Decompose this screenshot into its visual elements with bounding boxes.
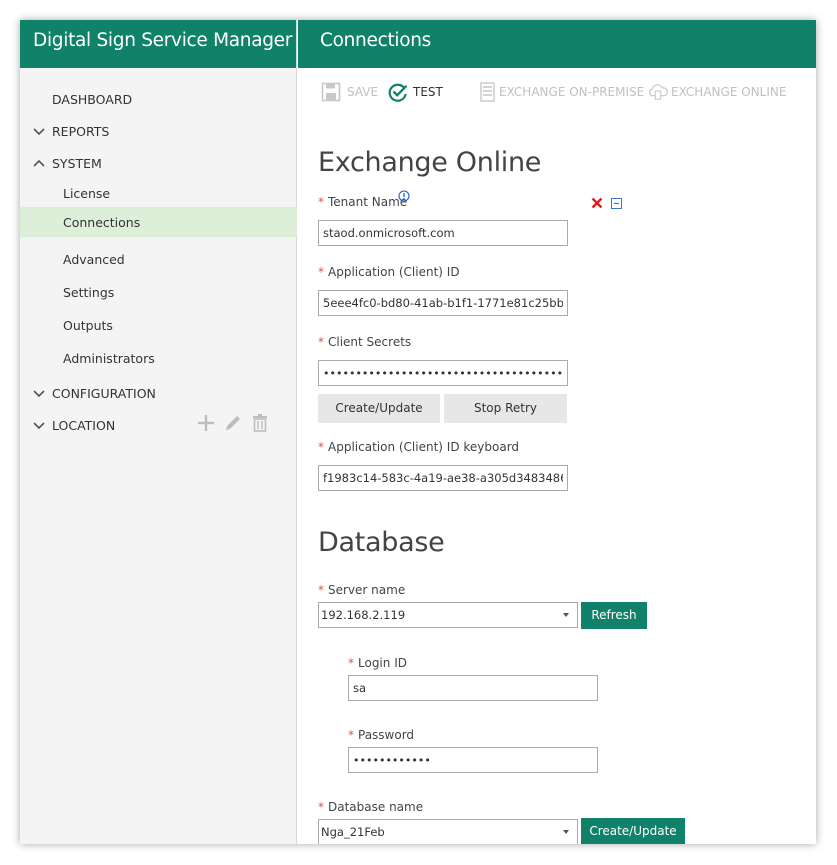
cloud-server-icon <box>649 84 668 100</box>
sidebar-item-configuration[interactable]: CONFIGURATION <box>20 379 297 409</box>
sidebar-item-connections[interactable]: Connections <box>20 207 297 237</box>
plus-icon[interactable] <box>196 413 216 433</box>
application-id-keyboard-label: * Application (Client) ID keyboard <box>318 440 519 454</box>
create-update-secret-button[interactable]: Create/Update <box>318 394 440 423</box>
label-text: Password <box>358 728 415 742</box>
login-id-label: * Login ID <box>348 656 407 670</box>
tenant-name-label: * Tenant Name <box>318 195 407 209</box>
client-secrets-input[interactable] <box>318 360 568 386</box>
sidebar-item-dashboard[interactable]: DASHBOARD <box>20 85 297 115</box>
database-title: Database <box>318 527 445 558</box>
chevron-up-icon <box>33 159 45 167</box>
app-title: Digital Sign Service Manager <box>33 30 293 51</box>
sidebar-item-label: Settings <box>63 285 115 300</box>
required-mark: * <box>318 440 324 454</box>
sidebar-item-label: SYSTEM <box>52 156 102 171</box>
sidebar-item-label: REPORTS <box>52 124 110 139</box>
server-name-select[interactable]: 192.168.2.119 <box>318 602 578 628</box>
required-mark: * <box>348 656 354 670</box>
sidebar: DASHBOARD REPORTS SYSTEM License Connect… <box>20 68 297 844</box>
create-update-database-button[interactable]: Create/Update <box>581 818 685 844</box>
sidebar-item-label: Advanced <box>63 252 125 267</box>
main-content: SAVE TEST EXCHANGE ON-PREMISE EXCHANGE O… <box>298 68 816 844</box>
sidebar-item-reports[interactable]: REPORTS <box>20 117 297 147</box>
chevron-down-icon <box>33 128 45 136</box>
database-name-label: * Database name <box>318 800 423 814</box>
required-mark: * <box>348 728 354 742</box>
sidebar-item-system[interactable]: SYSTEM <box>20 149 297 179</box>
server-name-label: * Server name <box>318 583 405 597</box>
client-secrets-label: * Client Secrets <box>318 335 411 349</box>
chevron-down-icon <box>563 830 569 834</box>
password-label: * Password <box>348 728 414 742</box>
label-text: Client Secrets <box>328 335 412 349</box>
trash-icon[interactable] <box>250 413 270 433</box>
sidebar-item-advanced[interactable]: Advanced <box>20 245 297 275</box>
label-text: Login ID <box>358 656 407 670</box>
application-id-label: * Application (Client) ID <box>318 265 460 279</box>
sidebar-item-outputs[interactable]: Outputs <box>20 311 297 341</box>
sidebar-item-label: Administrators <box>63 351 155 366</box>
label-text: Database name <box>328 800 424 814</box>
exchange-online-label: EXCHANGE ONLINE <box>671 85 787 99</box>
check-circle-icon <box>388 83 408 102</box>
application-id-keyboard-input[interactable] <box>318 465 568 491</box>
sidebar-item-settings[interactable]: Settings <box>20 278 297 308</box>
application-id-input[interactable] <box>318 290 568 316</box>
exchange-online-title: Exchange Online <box>318 147 542 178</box>
sidebar-item-license[interactable]: License <box>20 179 297 209</box>
label-text: Application (Client) ID keyboard <box>328 440 520 454</box>
required-mark: * <box>318 800 324 814</box>
sidebar-item-administrators[interactable]: Administrators <box>20 344 297 374</box>
sidebar-item-label: LOCATION <box>52 418 116 433</box>
sidebar-item-label: CONFIGURATION <box>52 386 156 401</box>
required-mark: * <box>318 265 324 279</box>
stop-retry-button[interactable]: Stop Retry <box>444 394 567 423</box>
login-id-input[interactable] <box>348 675 598 701</box>
password-input[interactable] <box>348 747 598 773</box>
pencil-icon[interactable] <box>223 413 243 433</box>
page-header: Connections <box>298 20 816 68</box>
tenant-name-input[interactable] <box>318 220 568 246</box>
app-header: Digital Sign Service Manager <box>20 20 297 68</box>
info-icon[interactable] <box>398 190 410 202</box>
database-name-select[interactable]: Nga_21Feb <box>318 819 578 844</box>
refresh-button[interactable]: Refresh <box>581 602 647 629</box>
chevron-down-icon <box>33 422 45 430</box>
save-icon <box>321 82 341 102</box>
sidebar-item-label: License <box>63 186 111 201</box>
app-window: Digital Sign Service Manager Connections… <box>20 20 816 844</box>
label-text: Server name <box>328 583 406 597</box>
server-icon <box>480 82 495 102</box>
required-mark: * <box>318 335 324 349</box>
label-text: Application (Client) ID <box>328 265 460 279</box>
required-mark: * <box>318 583 324 597</box>
collapse-icon[interactable] <box>611 198 622 209</box>
sidebar-item-label: Connections <box>63 215 141 230</box>
chevron-down-icon <box>563 613 569 617</box>
close-icon[interactable] <box>591 197 603 209</box>
save-label: SAVE <box>347 85 379 99</box>
sidebar-item-label: DASHBOARD <box>52 92 133 107</box>
exchange-onpremise-label: EXCHANGE ON-PREMISE <box>499 85 645 99</box>
chevron-down-icon <box>33 390 45 398</box>
location-tools <box>196 413 276 433</box>
server-name-value: 192.168.2.119 <box>321 608 406 622</box>
page-title: Connections <box>320 30 432 51</box>
sidebar-item-label: Outputs <box>63 318 113 333</box>
test-label: TEST <box>413 85 443 99</box>
required-mark: * <box>318 195 324 209</box>
database-name-value: Nga_21Feb <box>321 825 385 839</box>
label-text: Tenant Name <box>328 195 408 209</box>
